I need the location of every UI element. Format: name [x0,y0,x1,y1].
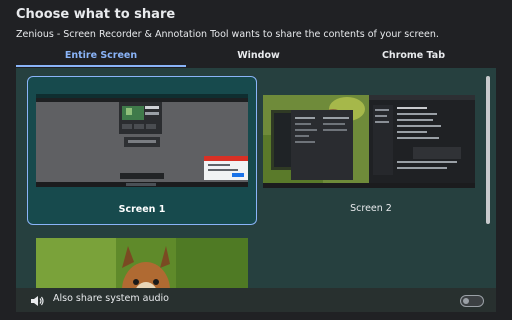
screen-1-card[interactable]: Screen 1 [27,76,257,225]
screens-panel: Screen 1 Screen 2 [16,68,496,310]
screens-scrollbar[interactable] [485,68,491,310]
screen-2-label: Screen 2 [350,203,392,214]
active-tab-indicator [16,65,186,67]
tab-bar: Entire Screen Window Chrome Tab [16,46,496,68]
tab-chrome-tab[interactable]: Chrome Tab [331,46,496,66]
speaker-icon [30,293,44,307]
scrollbar-thumb[interactable] [486,76,490,224]
audio-share-toggle[interactable] [460,295,484,307]
dialog-subtitle: Zenious - Screen Recorder & Annotation T… [16,29,439,40]
tab-window[interactable]: Window [186,46,331,66]
share-dialog: Choose what to share Zenious - Screen Re… [0,0,512,320]
screen-2-thumbnail [263,95,475,188]
toggle-knob [463,298,469,304]
audio-share-label: Also share system audio [53,293,169,304]
dialog-title: Choose what to share [16,7,176,22]
audio-share-row: Also share system audio [16,288,496,312]
tab-entire-screen[interactable]: Entire Screen [16,46,186,66]
screen-1-label: Screen 1 [118,204,166,215]
screen-2-card[interactable]: Screen 2 [257,76,485,223]
screen-1-thumbnail [36,94,248,187]
